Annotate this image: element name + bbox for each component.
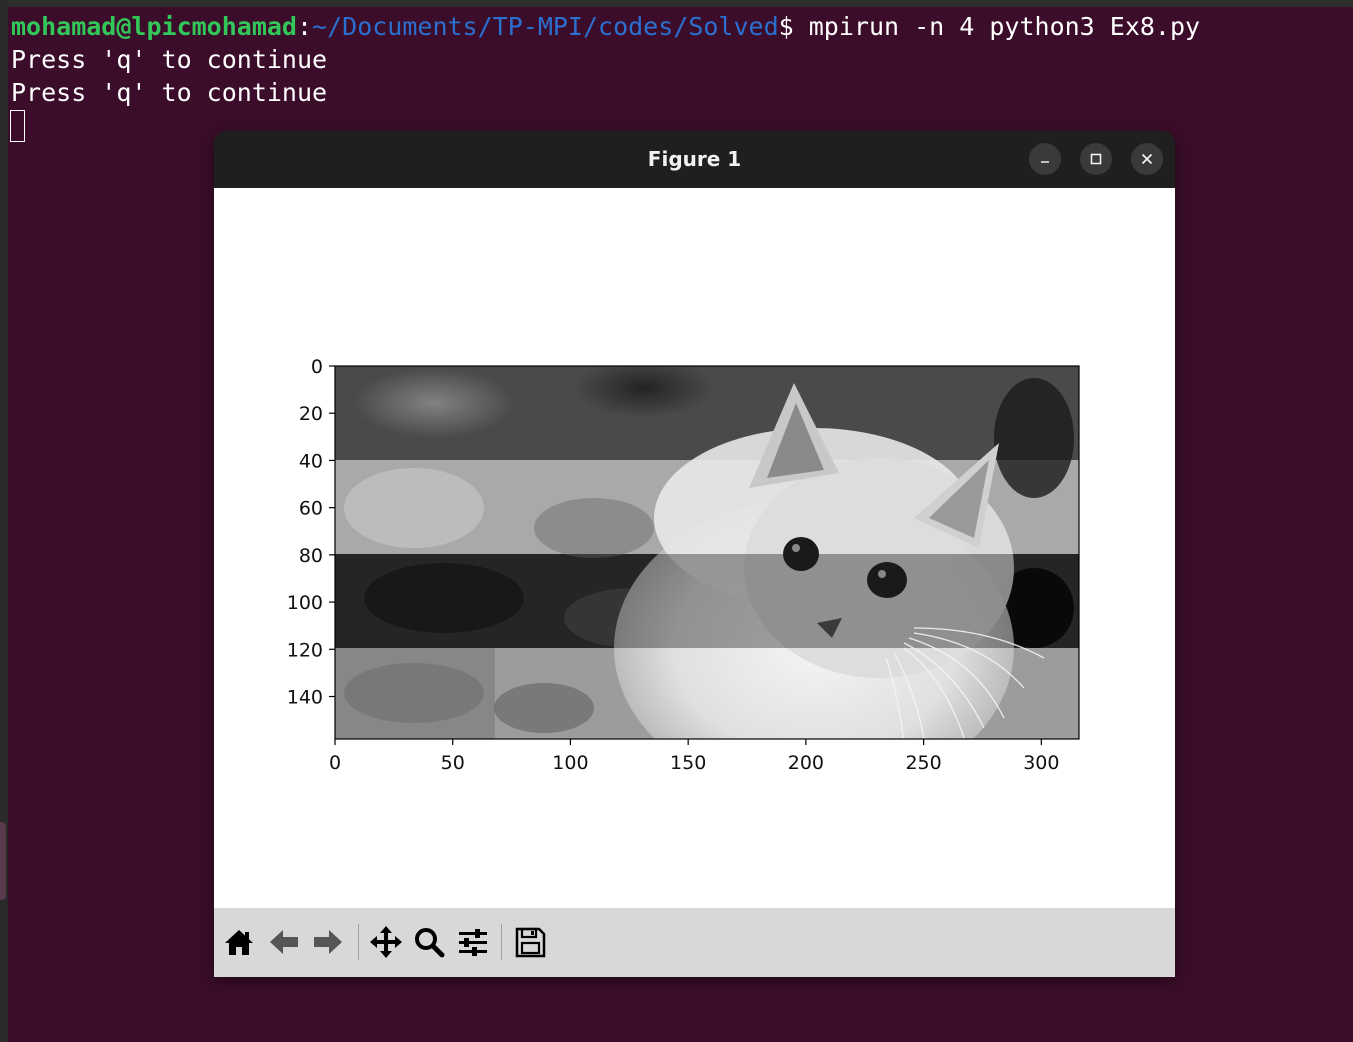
terminal-command: mpirun -n 4 python3 Ex8.py (793, 12, 1201, 41)
maximize-button[interactable] (1080, 143, 1112, 175)
y-tick-label: 20 (299, 403, 323, 425)
x-tick-label: 50 (441, 752, 465, 774)
back-button[interactable] (266, 924, 302, 960)
terminal-output-line: Press 'q' to continue (11, 45, 328, 74)
y-tick-label: 140 (287, 687, 323, 709)
prompt-colon: : (296, 12, 313, 41)
zoom-icon (415, 928, 445, 958)
configure-subplots-button[interactable] (455, 924, 491, 960)
save-icon (515, 927, 546, 958)
zoom-button[interactable] (411, 924, 447, 960)
figure-canvas[interactable]: 0 50 100 150 200 250 300 0 20 40 60 80 100 120 140 (214, 188, 1175, 908)
plot-area: 0 50 100 150 200 250 300 0 20 40 60 80 100 120 140 (287, 356, 1080, 774)
close-button[interactable] (1131, 143, 1163, 175)
y-tick-label: 80 (299, 545, 323, 567)
x-tick-label: 200 (788, 752, 824, 774)
toolbar-separator (501, 924, 502, 960)
forward-button[interactable] (310, 924, 346, 960)
save-button[interactable] (512, 924, 548, 960)
pan-button[interactable] (368, 924, 404, 960)
figure-window[interactable]: Figure 1 0 50 100 150 200 250 300 0 20 4… (214, 131, 1175, 977)
kitten-image (335, 366, 1079, 739)
prompt-dollar: $ (778, 12, 794, 41)
minimize-button[interactable] (1029, 143, 1061, 175)
home-button[interactable] (221, 924, 257, 960)
pan-icon (370, 926, 402, 958)
x-tick-label: 300 (1023, 752, 1059, 774)
terminal-output-line: Press 'q' to continue (11, 78, 328, 107)
side-panel-handle[interactable] (0, 822, 6, 900)
minimize-icon (1041, 161, 1049, 163)
x-tick-label: 0 (329, 752, 341, 774)
y-axis: 0 20 40 60 80 100 120 140 (287, 356, 335, 709)
maximize-icon (1090, 153, 1102, 165)
y-tick-label: 120 (287, 639, 323, 661)
back-arrow-icon (270, 930, 298, 954)
toolbar-separator (358, 924, 359, 960)
prompt-user: mohamad@lpicmohamad (11, 12, 297, 41)
y-tick-label: 100 (287, 592, 323, 614)
home-icon (225, 930, 253, 955)
x-tick-label: 100 (552, 752, 588, 774)
prompt-path: ~/Documents/TP-MPI/codes/Solved (312, 12, 779, 41)
close-icon (1141, 153, 1153, 165)
terminal-cursor (10, 110, 25, 142)
y-tick-label: 0 (311, 356, 323, 378)
terminal-prompt-line: mohamad@lpicmohamad:~/Documents/TP-MPI/c… (11, 10, 1200, 43)
y-tick-label: 40 (299, 450, 323, 472)
forward-arrow-icon (314, 930, 342, 954)
x-tick-label: 150 (670, 752, 706, 774)
y-tick-label: 60 (299, 498, 323, 520)
window-titlebar[interactable]: Figure 1 (214, 131, 1175, 188)
terminal-top-border (0, 0, 1353, 7)
configure-subplots-icon (459, 929, 487, 956)
x-tick-label: 250 (905, 752, 941, 774)
matplotlib-toolbar (214, 908, 1175, 977)
x-axis: 0 50 100 150 200 250 300 (329, 739, 1059, 774)
